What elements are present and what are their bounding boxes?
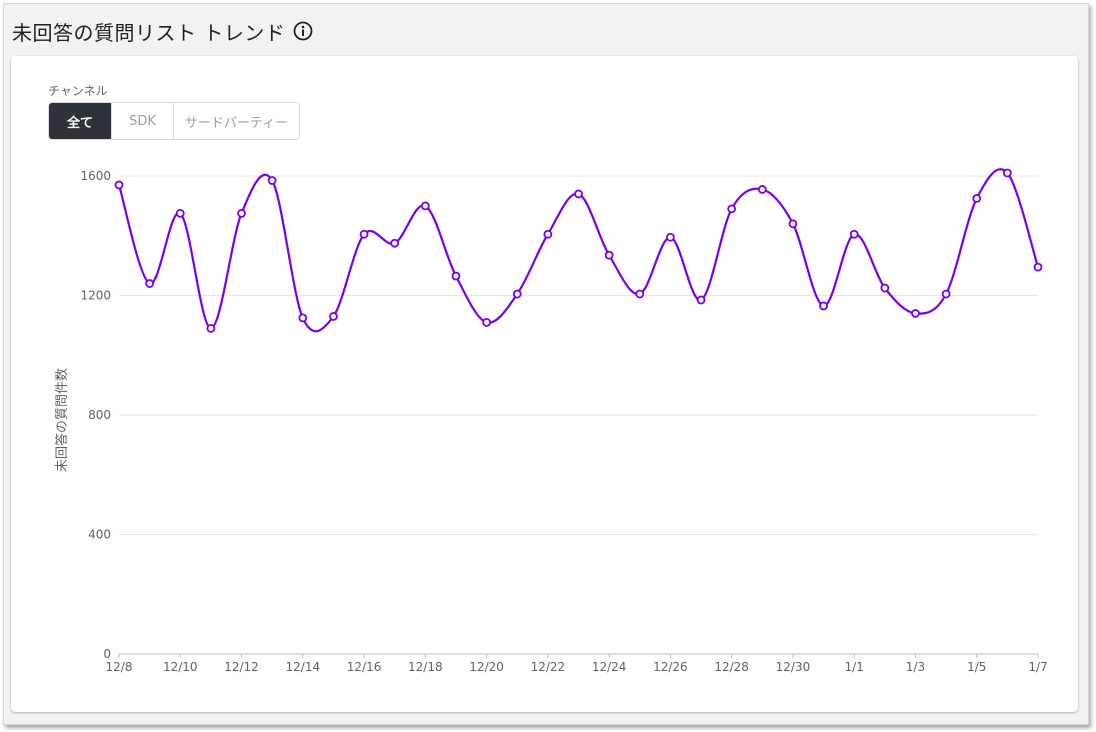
x-tick-label: 1/3 xyxy=(906,660,925,674)
data-point[interactable] xyxy=(696,295,706,305)
x-tick-label: 1/7 xyxy=(1028,660,1047,674)
widget-header: 未回答の質問リスト トレンド xyxy=(12,16,313,46)
trend-line-chart: 0 400 800 1200 1600 12/8 12/10 12/12 12/14 12/16… xyxy=(54,168,1048,674)
x-tick-label: 12/28 xyxy=(714,660,749,674)
x-tick-label: 12/10 xyxy=(163,660,198,674)
chart-card: チャンネル 全て SDK サードパーティー 0 400 800 1200 1600 12… xyxy=(11,56,1078,712)
y-axis-ticks: 0 400 800 1200 1600 xyxy=(80,169,111,661)
y-axis-label: 未回答の質問件数 xyxy=(54,368,70,472)
data-point[interactable] xyxy=(574,189,583,199)
data-point[interactable] xyxy=(482,317,492,327)
widget-frame: 未回答の質問リスト トレンド チャンネル 全て SDK サードパーティー 0 40… xyxy=(3,3,1089,725)
y-tick-label: 800 xyxy=(88,408,111,422)
data-point[interactable] xyxy=(114,180,124,190)
data-point[interactable] xyxy=(543,229,553,239)
y-tick-label: 1600 xyxy=(80,169,111,183)
x-tick-label: 12/26 xyxy=(653,660,688,674)
x-tick-label: 12/8 xyxy=(106,660,133,674)
data-point[interactable] xyxy=(206,323,216,333)
x-tick-label: 12/20 xyxy=(469,660,504,674)
data-point[interactable] xyxy=(727,204,737,214)
data-point[interactable] xyxy=(635,289,645,299)
data-point[interactable] xyxy=(359,229,369,239)
x-tick-label: 12/14 xyxy=(286,660,321,674)
data-point[interactable] xyxy=(420,201,430,211)
x-tick-label: 12/22 xyxy=(531,660,566,674)
data-point[interactable] xyxy=(666,232,675,242)
data-point[interactable] xyxy=(451,271,461,281)
data-point[interactable] xyxy=(175,208,185,218)
x-tick-label: 12/18 xyxy=(408,660,443,674)
y-tick-label: 1200 xyxy=(80,289,111,303)
data-point[interactable] xyxy=(941,289,951,299)
x-tick-label: 12/24 xyxy=(592,660,627,674)
data-point[interactable] xyxy=(911,309,920,318)
data-point[interactable] xyxy=(788,219,798,229)
info-icon[interactable] xyxy=(293,21,313,41)
x-tick-label: 1/1 xyxy=(845,660,864,674)
y-tick-label: 400 xyxy=(88,528,111,542)
data-point[interactable] xyxy=(1033,262,1043,272)
data-point[interactable] xyxy=(972,194,982,203)
data-point[interactable] xyxy=(1002,168,1012,178)
x-tick-label: 1/5 xyxy=(967,660,986,674)
data-point[interactable] xyxy=(604,250,614,260)
data-point[interactable] xyxy=(145,279,155,288)
x-tick-label: 12/16 xyxy=(347,660,382,674)
widget-title: 未回答の質問リスト トレンド xyxy=(12,20,286,45)
data-point[interactable] xyxy=(298,313,308,323)
x-tick-label: 12/30 xyxy=(776,660,811,674)
data-point[interactable] xyxy=(849,229,859,239)
data-point[interactable] xyxy=(329,312,338,321)
data-point[interactable] xyxy=(819,301,828,311)
x-axis-ticks: 12/8 12/10 12/12 12/14 12/16 12/18 12/20 12/22 1… xyxy=(106,654,1048,674)
x-tick-label: 12/12 xyxy=(224,660,259,674)
data-point[interactable] xyxy=(880,283,890,293)
data-point[interactable] xyxy=(267,176,277,185)
data-point[interactable] xyxy=(237,208,246,218)
y-tick-label: 0 xyxy=(103,647,111,661)
data-point[interactable] xyxy=(512,289,522,299)
data-point[interactable] xyxy=(390,238,400,248)
data-point[interactable] xyxy=(757,185,767,194)
grid-lines xyxy=(119,175,1038,655)
